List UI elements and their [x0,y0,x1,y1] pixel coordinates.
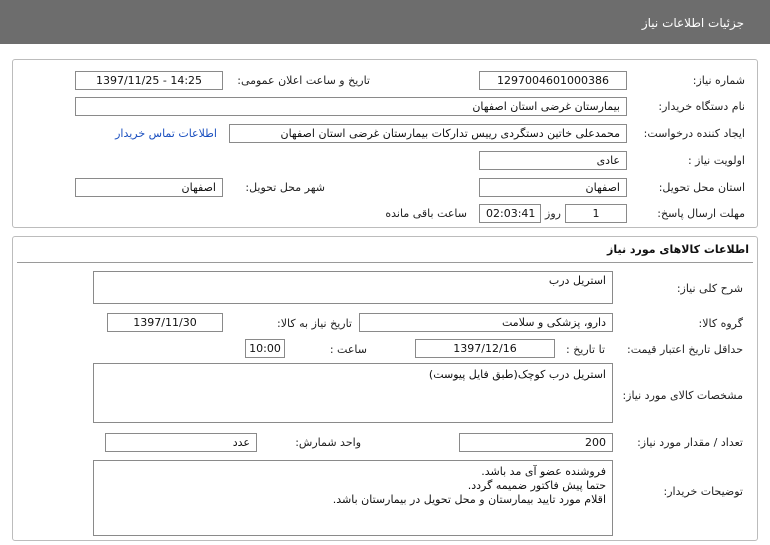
window-title: جزئیات اطلاعات نیاز [0,0,770,44]
announce-label: تاریخ و ساعت اعلان عمومی: [237,74,370,87]
unit-field[interactable]: عدد [105,433,257,452]
remaining-label: ساعت باقی مانده [385,207,467,220]
summary-label: شرح کلی نیاز: [676,282,743,295]
specs-text: استریل درب کوچک(طبق فایل پیوست) [428,368,606,381]
buyer-note-line: اقلام مورد تایید بیمارستان و محل تحویل د… [332,493,606,506]
requester-field[interactable]: محمدعلی خاتین دستگردی رییس تدارکات بیمار… [229,124,627,143]
announce-field[interactable]: 1397/11/25 - 14:25 [75,71,223,90]
qty-field[interactable]: 200 [459,433,613,452]
need-date-label: تاریخ نیاز به کالا: [277,317,352,330]
buyer-note-line: حتما پیش فاکتور ضمیمه گردد. [467,479,606,492]
unit-label: واحد شمارش: [295,436,361,449]
priority-label: اولویت نیاز : [687,154,745,167]
need-info-panel: شماره نیاز: 1297004601000386 تاریخ و ساع… [12,59,758,228]
need-number-label: شماره نیاز: [692,74,745,87]
hour-label: ساعت : [329,343,367,356]
buyer-notes-field[interactable]: فروشنده عضو آی مد باشد. حتما پیش فاکتور … [93,460,613,536]
price-validity-label: حداقل تاریخ اعتبار قیمت: [627,343,743,356]
need-number-field[interactable]: 1297004601000386 [479,71,627,90]
buyer-notes-label: توضیحات خریدار: [663,485,744,498]
until-date-field[interactable]: 1397/12/16 [415,339,555,358]
city-field[interactable]: اصفهان [75,178,223,197]
qty-label: تعداد / مقدار مورد نیاز: [637,436,743,449]
group-label: گروه کالا: [698,317,743,330]
goods-panel: اطلاعات کالاهای مورد نیاز شرح کلی نیاز: … [12,236,758,541]
city-label: شهر محل تحویل: [245,181,325,194]
until-date-label: تا تاریخ : [566,343,605,356]
section-divider [17,262,753,263]
province-label: استان محل تحویل: [658,181,745,194]
buyer-note-line: فروشنده عضو آی مد باشد. [481,465,606,478]
buyer-org-label: نام دستگاه خریدار: [658,100,745,113]
province-field[interactable]: اصفهان [479,178,627,197]
time-remaining-field[interactable]: 02:03:41 [479,204,541,223]
priority-field[interactable]: عادی [479,151,627,170]
specs-field[interactable]: استریل درب کوچک(طبق فایل پیوست) [93,363,613,423]
requester-label: ایجاد کننده درخواست: [643,127,745,140]
hour-field[interactable]: 10:00 [245,339,285,358]
deadline-label: مهلت ارسال پاسخ: [657,207,745,220]
days-field[interactable]: 1 [565,204,627,223]
buyer-org-field[interactable]: بیمارستان غرضی استان اصفهان [75,97,627,116]
need-date-field[interactable]: 1397/11/30 [107,313,223,332]
contact-buyer-link[interactable]: اطلاعات تماس خریدار [115,127,217,140]
goods-section-title: اطلاعات کالاهای مورد نیاز [607,243,749,256]
specs-label: مشخصات کالای مورد نیاز: [622,389,743,402]
group-field[interactable]: دارو، پزشکی و سلامت [359,313,613,332]
summary-field[interactable]: استریل درب [93,271,613,304]
